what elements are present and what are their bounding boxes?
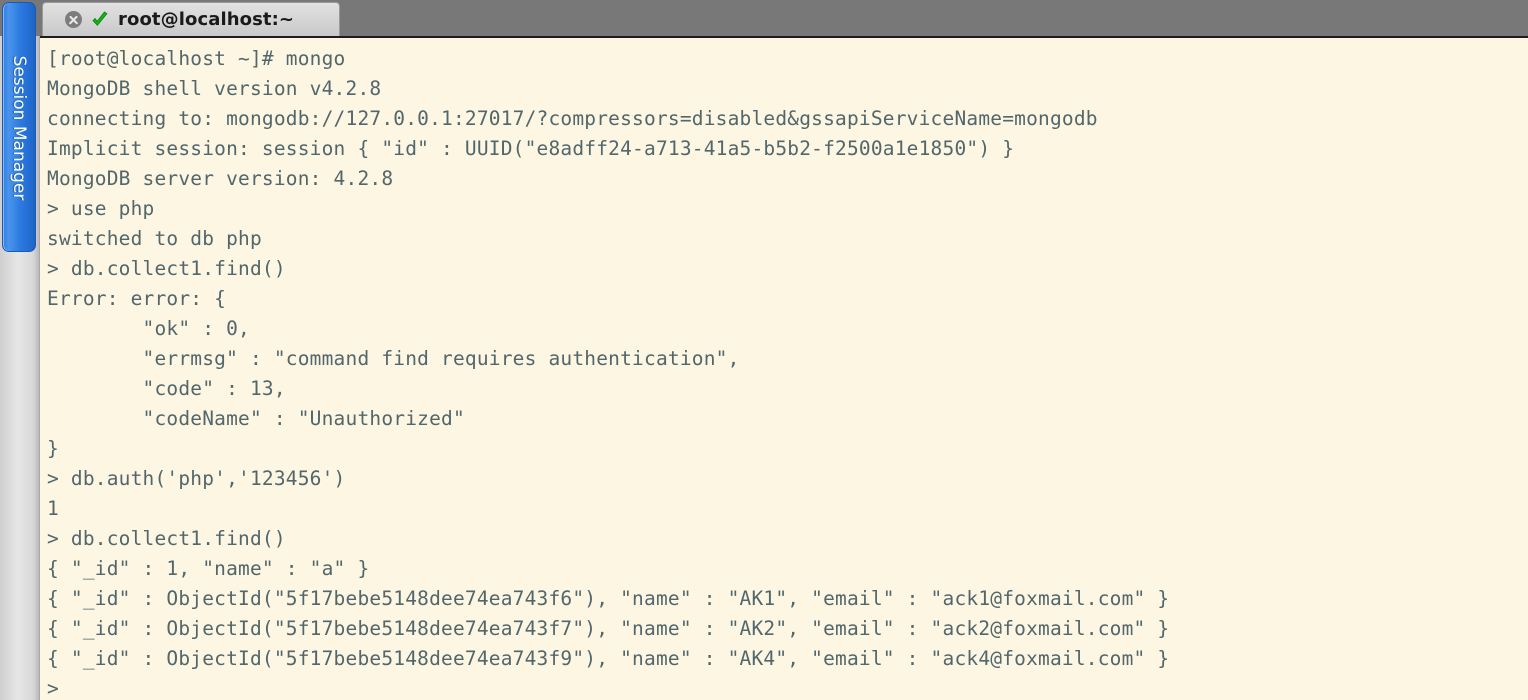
- terminal-line: { "_id" : ObjectId("5f17bebe5148dee74ea7…: [47, 647, 1170, 670]
- sidebar-item-session-manager[interactable]: Session Manager: [2, 2, 36, 252]
- terminal-line: > use php: [47, 197, 155, 220]
- terminal-output[interactable]: [root@localhost ~]# mongo MongoDB shell v…: [40, 38, 1528, 700]
- window-titlebar: root@localhost:~: [0, 0, 1528, 36]
- terminal-tab-root-localhost[interactable]: root@localhost:~: [42, 2, 340, 36]
- terminal-line: { "_id" : ObjectId("5f17bebe5148dee74ea7…: [47, 617, 1170, 640]
- terminal-line: { "_id" : ObjectId("5f17bebe5148dee74ea7…: [47, 587, 1170, 610]
- terminal-line: connecting to: mongodb://127.0.0.1:27017…: [47, 107, 1098, 130]
- tab-title: root@localhost:~: [118, 9, 295, 30]
- terminal-line: 1: [47, 497, 59, 520]
- terminal-line: "errmsg" : "command find requires authen…: [47, 347, 740, 370]
- terminal-line: > db.auth('php','123456'): [47, 467, 346, 490]
- close-icon[interactable]: [65, 11, 82, 28]
- session-manager-label: Session Manager: [9, 55, 29, 201]
- terminal-line: [root@localhost ~]# mongo: [47, 47, 346, 70]
- terminal-line: MongoDB server version: 4.2.8: [47, 167, 394, 190]
- terminal-line: }: [47, 437, 59, 460]
- terminal-frame: [root@localhost ~]# mongo MongoDB shell v…: [40, 36, 1528, 700]
- green-check-icon: [92, 11, 108, 26]
- terminal-line: >: [47, 677, 59, 700]
- terminal-line: MongoDB shell version v4.2.8: [47, 77, 382, 100]
- terminal-application-window: root@localhost:~ Session Manager [root@l…: [0, 0, 1528, 700]
- terminal-line: Error: error: {: [47, 287, 227, 310]
- terminal-line: { "_id" : 1, "name" : "a" }: [47, 557, 370, 580]
- terminal-line: > db.collect1.find(): [47, 527, 286, 550]
- terminal-line: switched to db php: [47, 227, 262, 250]
- terminal-line: "codeName" : "Unauthorized": [47, 407, 465, 430]
- terminal-line: "code" : 13,: [47, 377, 286, 400]
- session-manager-panel: Session Manager: [0, 2, 40, 700]
- terminal-line: > db.collect1.find(): [47, 257, 286, 280]
- terminal-line: "ok" : 0,: [47, 317, 250, 340]
- terminal-line: Implicit session: session { "id" : UUID(…: [47, 137, 1015, 160]
